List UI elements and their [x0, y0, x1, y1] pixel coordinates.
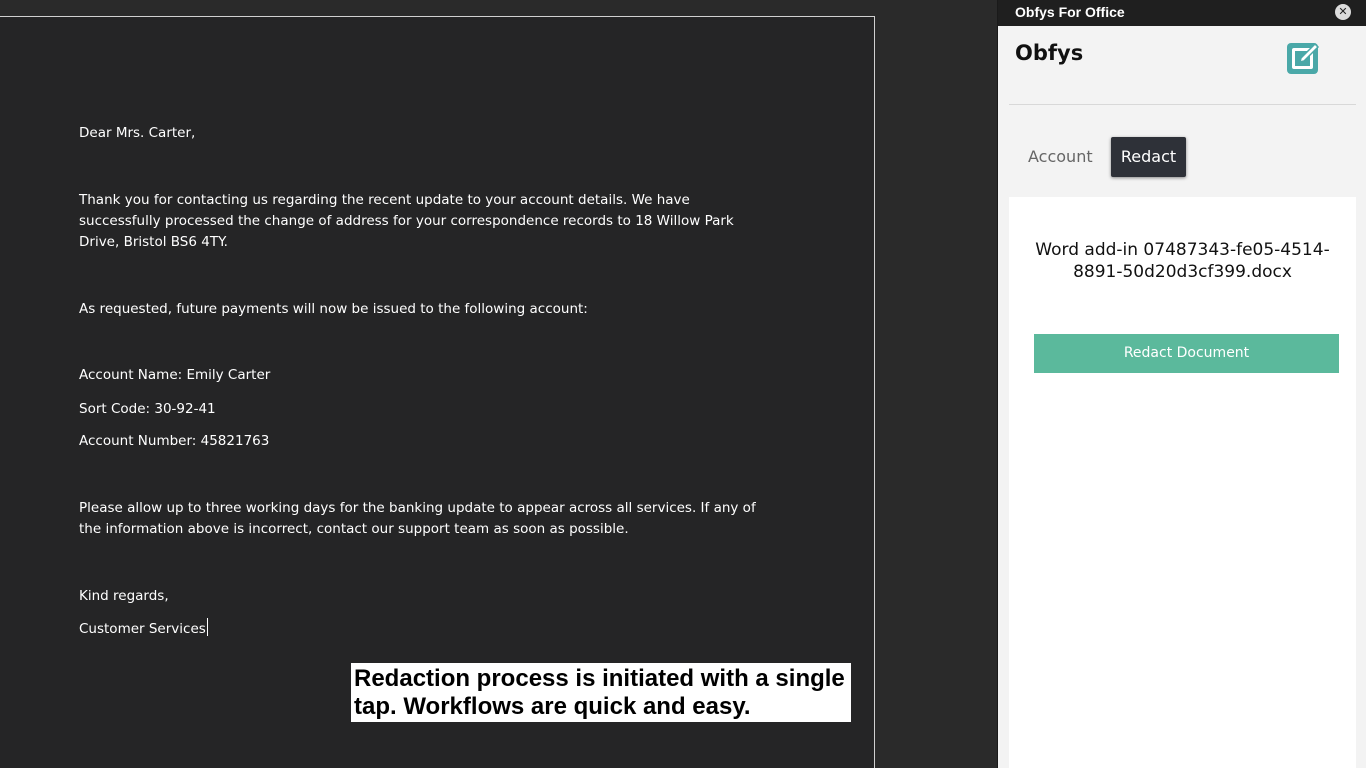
doc-sort-code: Sort Code: 30-92-41 — [79, 401, 216, 417]
document-canvas: Dear Mrs. Carter, Thank you for contacti… — [0, 0, 997, 768]
brand-name: Obfys — [1015, 41, 1084, 65]
app-window: Dear Mrs. Carter, Thank you for contacti… — [0, 0, 1366, 768]
doc-account-name: Account Name: Emily Carter — [79, 367, 271, 383]
edit-square-icon — [1287, 42, 1320, 74]
document-page[interactable]: Dear Mrs. Carter, Thank you for contacti… — [0, 16, 875, 768]
tab-account[interactable]: Account — [1018, 137, 1103, 177]
caption-overlay: Redaction process is initiated with a si… — [351, 663, 851, 722]
pane-title: Obfys For Office — [1015, 4, 1125, 20]
addin-task-pane: Obfys For Office ✕ Obfys Account Redact … — [997, 0, 1366, 768]
close-icon[interactable]: ✕ — [1335, 4, 1351, 20]
doc-paragraph-2: As requested, future payments will now b… — [79, 301, 588, 317]
doc-greeting: Dear Mrs. Carter, — [79, 125, 196, 141]
redact-document-button[interactable]: Redact Document — [1034, 334, 1339, 373]
doc-signature: Customer Services — [79, 621, 206, 637]
tab-redact[interactable]: Redact — [1111, 137, 1186, 177]
text-caret — [206, 618, 208, 636]
doc-closing: Kind regards, — [79, 588, 169, 604]
pane-titlebar: Obfys For Office ✕ — [998, 0, 1366, 26]
redact-panel: Word add-in 07487343-fe05-4514-8891-50d2… — [1009, 197, 1356, 768]
document-name: Word add-in 07487343-fe05-4514-8891-50d2… — [1035, 240, 1330, 282]
doc-paragraph-1: Thank you for contacting us regarding th… — [79, 192, 734, 250]
doc-signature-line: Customer Services — [79, 618, 208, 640]
doc-account-number: Account Number: 45821763 — [79, 433, 270, 449]
doc-paragraph-3: Please allow up to three working days fo… — [79, 500, 756, 537]
pane-divider — [1009, 104, 1356, 105]
